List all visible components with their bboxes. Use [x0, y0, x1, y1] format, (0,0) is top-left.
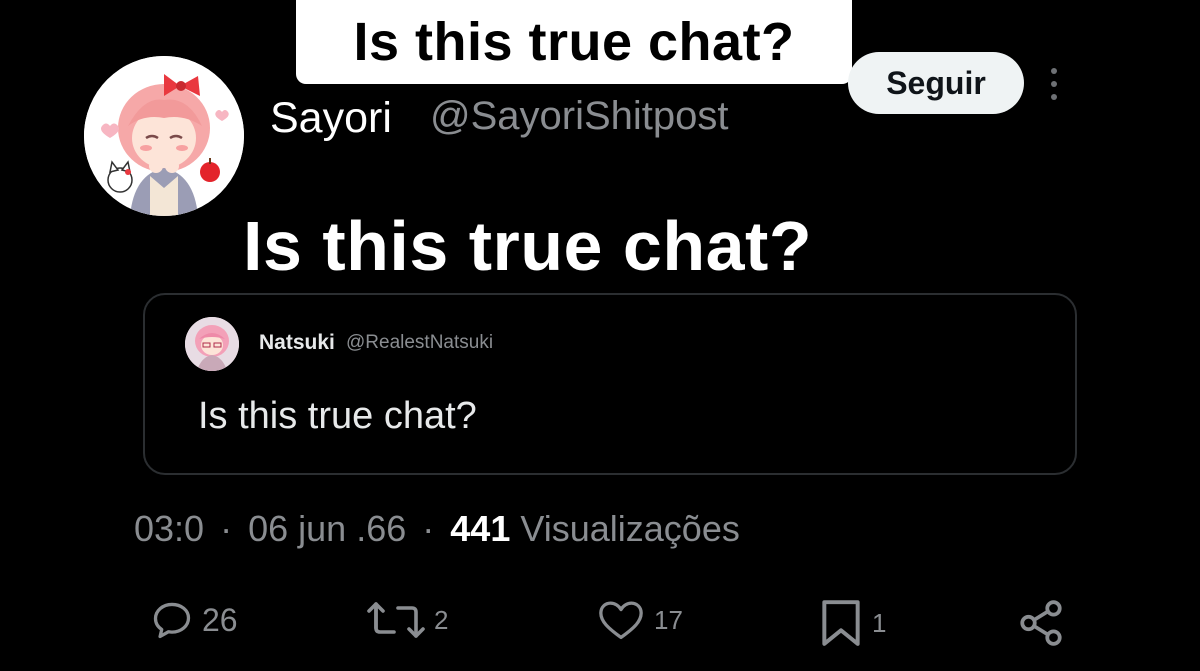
more-vertical-icon[interactable] — [1044, 64, 1064, 104]
retweet-count: 2 — [434, 604, 449, 635]
views-label: Visualizações — [520, 508, 740, 549]
heart-icon — [599, 601, 643, 640]
author-handle[interactable]: @SayoriShitpost — [430, 94, 729, 139]
quoted-display-name: Natsuki — [259, 331, 335, 354]
tweet-meta: 03:0 · 06 jun .66 · 441 Visualizações — [134, 508, 740, 550]
tweet-text: Is this true chat? — [243, 207, 813, 285]
reply-icon — [153, 602, 191, 639]
share-button[interactable] — [1016, 598, 1066, 648]
retweet-button[interactable]: 2 — [366, 598, 448, 642]
quoted-tweet-card[interactable]: Natsuki @RealestNatsuki Is this true cha… — [143, 293, 1077, 475]
views-count: 441 — [450, 508, 511, 549]
quoted-avatar — [185, 317, 239, 371]
bookmark-count: 1 — [872, 607, 887, 638]
quoted-avatar-image — [185, 317, 239, 371]
share-icon — [1020, 600, 1062, 646]
reply-count: 26 — [202, 601, 238, 638]
tweet-page: Is this true chat? Sayori @SayoriShitpos… — [0, 0, 1200, 671]
avatar-image — [84, 56, 244, 216]
caption-box: Is this true chat? — [296, 0, 852, 84]
bookmark-icon — [822, 600, 860, 646]
like-button[interactable]: 17 — [596, 598, 683, 642]
author-display-name[interactable]: Sayori — [270, 94, 392, 143]
meta-separator: · — [220, 508, 233, 549]
tweet-date[interactable]: 06 jun .66 — [248, 508, 406, 549]
quoted-tweet-text: Is this true chat? — [198, 395, 477, 437]
follow-button-label: Seguir — [886, 64, 986, 101]
reply-button[interactable]: 26 — [150, 598, 238, 642]
retweet-icon — [367, 602, 425, 638]
follow-button[interactable]: Seguir — [848, 52, 1024, 114]
bookmark-button[interactable]: 1 — [818, 598, 886, 648]
quoted-handle: @RealestNatsuki — [346, 332, 494, 353]
tweet-time[interactable]: 03:0 — [134, 508, 204, 549]
avatar[interactable] — [84, 56, 244, 216]
caption-text: Is this true chat? — [353, 12, 795, 72]
like-count: 17 — [654, 604, 683, 635]
meta-separator: · — [422, 508, 435, 549]
